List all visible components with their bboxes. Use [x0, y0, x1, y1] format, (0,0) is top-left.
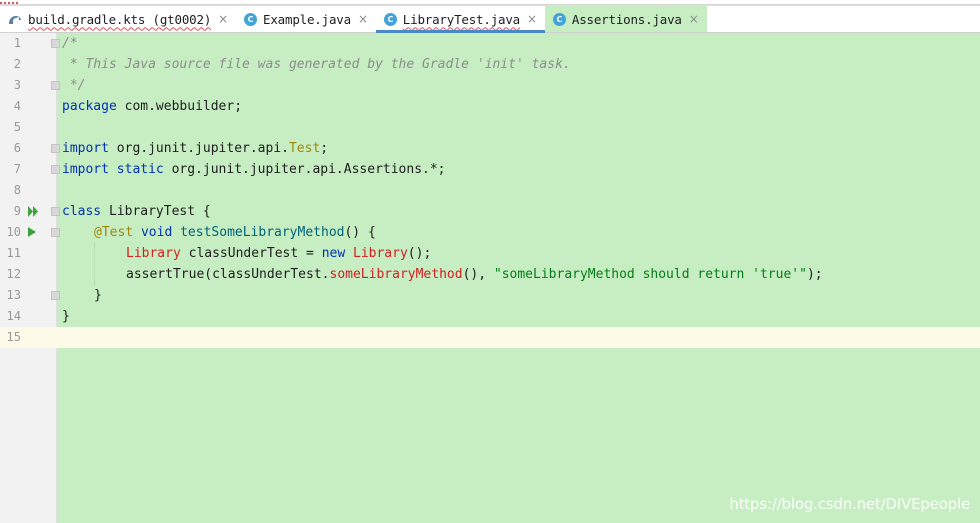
code-text: Library classUnderTest = new Library(); — [126, 243, 431, 264]
tab-label: Assertions.java — [571, 11, 682, 27]
code-line: 3 */ — [0, 75, 980, 96]
tab-build-gradle-kts[interactable]: build.gradle.kts (gt0002) × — [0, 6, 236, 32]
code-text: org.junit.jupiter.api.Assertions.*; — [163, 162, 446, 177]
line-number: 3 — [13, 78, 21, 92]
unresolved-type: Library — [126, 246, 181, 261]
code-line: 13 } — [0, 285, 980, 306]
error-marker — [0, 0, 18, 4]
annotation: Test — [288, 141, 321, 156]
code-text: com.webbuilder; — [116, 99, 243, 114]
tab-assertions-java[interactable]: C Assertions.java × — [544, 6, 707, 32]
code-text: import static org.junit.jupiter.api.Asse… — [62, 159, 446, 180]
line-number: 15 — [6, 330, 21, 344]
code-line: 6 import org.junit.jupiter.api.Test; — [0, 138, 980, 159]
code-text: package com.webbuilder; — [62, 96, 242, 117]
keyword: class — [62, 204, 102, 219]
window-top-strip — [0, 0, 980, 5]
editor-tab-bar: build.gradle.kts (gt0002) × C Example.ja… — [0, 6, 980, 33]
code-text: () { — [344, 225, 376, 240]
annotation: @Test — [94, 225, 134, 240]
line-number: 14 — [6, 309, 21, 323]
line-number: 9 — [13, 204, 21, 218]
fold-icon[interactable] — [51, 144, 60, 153]
code-text: /* — [62, 36, 78, 51]
code-text: } — [94, 288, 102, 303]
keyword: package — [62, 99, 117, 114]
code-text: * This Java source file was generated by… — [62, 57, 571, 72]
code-text: (); — [407, 246, 432, 261]
code-line: 11 Library classUnderTest = new Library(… — [0, 243, 980, 264]
code-line: 1 /* — [0, 33, 980, 54]
code-text: } — [62, 309, 70, 324]
keyword: new — [321, 246, 346, 261]
code-text: assertTrue(classUnderTest.someLibraryMet… — [126, 264, 823, 285]
tab-label: build.gradle.kts (gt0002) — [28, 11, 212, 27]
fold-icon[interactable] — [51, 207, 60, 216]
unresolved-type: Library — [345, 246, 408, 261]
code-line: 10 @Test void testSomeLibraryMethod() { — [0, 222, 980, 243]
line-number: 10 — [6, 225, 21, 239]
run-all-tests-icon[interactable] — [28, 206, 40, 220]
line-number: 2 — [13, 57, 21, 71]
code-text: @Test void testSomeLibraryMethod() { — [94, 222, 376, 243]
java-class-icon: C — [244, 12, 258, 26]
java-class-icon: C — [552, 12, 566, 26]
code-text: org.junit.jupiter.api. — [108, 141, 289, 156]
close-icon[interactable]: × — [358, 12, 368, 26]
code-line: 7 import static org.junit.jupiter.api.As… — [0, 159, 980, 180]
code-text: classUnderTest = — [180, 246, 322, 261]
close-icon[interactable]: × — [218, 12, 228, 26]
keyword: import static — [62, 162, 164, 177]
code-text: */ — [62, 78, 86, 93]
code-text: (), — [462, 267, 494, 282]
fold-icon[interactable] — [51, 81, 60, 90]
line-number: 12 — [6, 267, 21, 281]
code-line: 2 * This Java source file was generated … — [0, 54, 980, 75]
fold-icon[interactable] — [51, 39, 60, 48]
code-line: 9 class LibraryTest { — [0, 201, 980, 222]
gradle-icon — [8, 13, 22, 25]
fold-icon[interactable] — [51, 165, 60, 174]
watermark: https://blog.csdn.net/DIVEpeople — [729, 495, 970, 513]
code-text: import org.junit.jupiter.api.Test; — [62, 138, 328, 159]
tab-label: LibraryTest.java — [402, 11, 521, 27]
method-name: testSomeLibraryMethod — [172, 225, 345, 240]
keyword: void — [133, 225, 173, 240]
fold-icon[interactable] — [51, 228, 60, 237]
line-number: 7 — [13, 162, 21, 176]
code-text: LibraryTest { — [101, 204, 211, 219]
code-line: 14 } — [0, 306, 980, 327]
unresolved-method: someLibraryMethod — [329, 267, 463, 282]
tab-label: Example.java — [263, 11, 351, 27]
keyword: import — [62, 141, 109, 156]
close-icon[interactable]: × — [689, 12, 699, 26]
line-number: 13 — [6, 288, 21, 302]
line-number: 4 — [13, 99, 21, 113]
code-line: 5 — [0, 117, 980, 138]
close-icon[interactable]: × — [527, 12, 537, 26]
line-number: 11 — [6, 246, 21, 260]
string-literal: "someLibraryMethod should return 'true'" — [493, 267, 807, 282]
code-line: 8 — [0, 180, 980, 201]
line-number: 1 — [13, 36, 21, 50]
tab-example-java[interactable]: C Example.java × — [236, 6, 376, 32]
code-line: 12 assertTrue(classUnderTest.someLibrary… — [0, 264, 980, 285]
code-text: assertTrue(classUnderTest. — [126, 267, 330, 282]
line-number: 5 — [13, 120, 21, 134]
line-number: 6 — [13, 141, 21, 155]
code-line: 15 — [0, 327, 980, 348]
code-text: ); — [806, 267, 823, 282]
code-line: 4 package com.webbuilder; — [0, 96, 980, 117]
java-test-class-icon: C — [383, 12, 397, 26]
line-number: 8 — [13, 183, 21, 197]
run-test-icon[interactable] — [28, 227, 36, 237]
fold-icon[interactable] — [51, 291, 60, 300]
tab-librarytest-java[interactable]: C LibraryTest.java × — [375, 6, 545, 33]
code-text: ; — [320, 141, 329, 156]
code-text: class LibraryTest { — [62, 201, 211, 222]
